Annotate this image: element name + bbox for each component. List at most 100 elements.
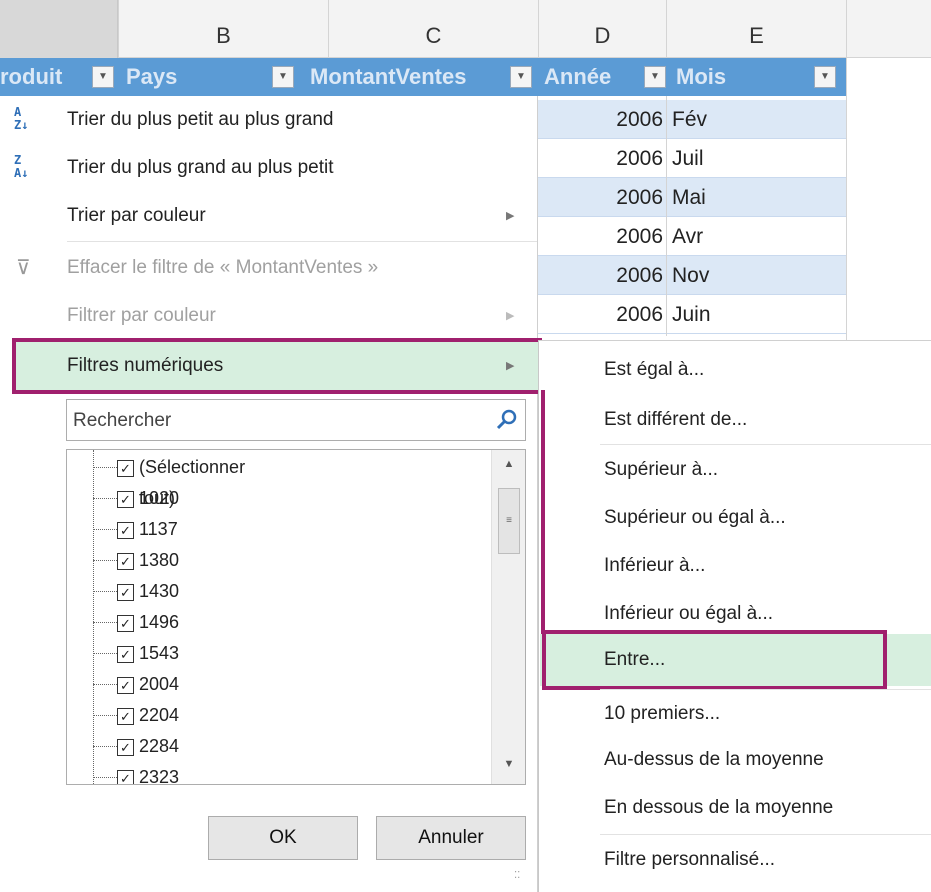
table-row[interactable]: 2006 Fév	[538, 100, 846, 139]
submenu-arrow-icon: ▶	[506, 210, 515, 222]
entre-highlight-border	[542, 630, 887, 690]
column-b-header[interactable]: B	[118, 0, 328, 58]
list-item-label: 1020	[139, 488, 180, 508]
cell-annee: 2006	[616, 225, 663, 248]
column-c-header[interactable]: C	[328, 0, 538, 58]
clear-filter-item[interactable]: ⊽ Effacer le filtre de « MontantVentes »	[0, 244, 538, 292]
submenu-above-average[interactable]: Au-dessus de la moyenne	[538, 736, 931, 784]
list-item-label: 2204	[139, 705, 180, 725]
search-input[interactable]: Rechercher	[66, 399, 526, 441]
menu-separator	[67, 241, 537, 242]
search-icon[interactable]	[495, 408, 519, 432]
list-item-label: 1430	[139, 581, 180, 601]
cancel-button[interactable]: Annuler	[376, 816, 526, 860]
checkbox[interactable]: ✓	[117, 491, 134, 508]
checkbox[interactable]: ✓	[117, 584, 134, 601]
cell-annee: 2006	[616, 303, 663, 326]
submenu-label: Filtre personnalisé...	[604, 849, 776, 870]
checkbox[interactable]: ✓	[117, 646, 134, 663]
column-a-header[interactable]	[0, 0, 118, 58]
submenu-label: 10 premiers...	[604, 703, 721, 724]
submenu-equals[interactable]: Est égal à...	[538, 346, 931, 394]
cell-annee: 2006	[616, 147, 663, 170]
header-produit: roduit	[0, 64, 63, 89]
menu-item-label: Filtrer par couleur	[67, 305, 216, 326]
header-montantventes: MontantVentes	[310, 64, 467, 89]
checkbox[interactable]: ✓	[117, 739, 134, 756]
checkbox[interactable]: ✓	[117, 460, 134, 477]
resize-grip-icon[interactable]: ⁚⁚	[514, 870, 520, 881]
scroll-up-icon[interactable]: ▲	[492, 458, 525, 470]
table-row[interactable]: 2006 Juin	[538, 295, 846, 334]
gridline	[666, 96, 667, 336]
header-mois: Mois	[676, 64, 727, 89]
column-f-header[interactable]	[846, 0, 931, 58]
cell-annee: 2006	[616, 186, 663, 209]
cell-mois: Avr	[672, 225, 704, 248]
menu-item-label: Trier par couleur	[67, 205, 206, 226]
filter-by-color-item[interactable]: Filtrer par couleur ▶	[0, 292, 538, 340]
ok-button[interactable]: OK	[208, 816, 358, 860]
checkbox[interactable]: ✓	[117, 770, 134, 784]
list-item-label: 2284	[139, 736, 180, 756]
tree-line	[93, 450, 94, 784]
list-item-label: 1496	[139, 612, 180, 632]
filter-dropdown-annee[interactable]: ▼	[644, 66, 666, 88]
menu-item-label: Filtres numériques	[67, 355, 224, 376]
menu-item-label: Effacer le filtre de « MontantVentes »	[67, 257, 379, 278]
menu-item-label: Trier du plus petit au plus grand	[67, 109, 334, 130]
submenu-greater-than[interactable]: Supérieur à...	[538, 446, 931, 494]
submenu-label: Inférieur à...	[604, 555, 706, 576]
submenu-less-than[interactable]: Inférieur à...	[538, 542, 931, 590]
filter-dropdown-montantventes[interactable]: ▼	[510, 66, 532, 88]
number-filters-item[interactable]: Filtres numériques ▶	[0, 342, 538, 390]
cell-mois: Fév	[672, 108, 708, 131]
list-item-label: 1137	[139, 519, 178, 539]
submenu-below-average[interactable]: En dessous de la moyenne	[538, 784, 931, 832]
submenu-not-equals[interactable]: Est différent de...	[538, 396, 931, 444]
submenu-label: Au-dessus de la moyenne	[604, 749, 824, 770]
submenu-label: En dessous de la moyenne	[604, 797, 834, 818]
column-e-header[interactable]: E	[666, 0, 846, 58]
gridline	[846, 58, 847, 340]
cell-mois: Mai	[672, 186, 706, 209]
submenu-top-10[interactable]: 10 premiers...	[538, 690, 931, 738]
submenu-label: Supérieur ou égal à...	[604, 507, 786, 528]
checkbox[interactable]: ✓	[117, 708, 134, 725]
table-row[interactable]: 2006 Avr	[538, 217, 846, 256]
submenu-arrow-icon: ▶	[506, 360, 515, 372]
sort-by-color-item[interactable]: Trier par couleur ▶	[0, 192, 538, 240]
clear-filter-icon: ⊽	[16, 257, 31, 279]
search-placeholder: Rechercher	[73, 410, 172, 431]
checkbox[interactable]: ✓	[117, 553, 134, 570]
menu-separator	[600, 834, 931, 835]
column-d-header[interactable]: D	[538, 0, 666, 58]
table-row[interactable]: 2006 Nov	[538, 256, 846, 295]
checkbox[interactable]: ✓	[117, 677, 134, 694]
submenu-custom-filter[interactable]: Filtre personnalisé...	[538, 836, 931, 884]
checkbox[interactable]: ✓	[117, 615, 134, 632]
list-item-label: 2004	[139, 674, 180, 694]
submenu-label: Est égal à...	[604, 359, 705, 380]
table-row[interactable]: 2006 Juil	[538, 139, 846, 178]
checkbox[interactable]: ✓	[117, 522, 134, 539]
submenu-arrow-icon: ▶	[506, 310, 515, 322]
filter-dropdown-pays[interactable]: ▼	[272, 66, 294, 88]
sort-ascending-item[interactable]: A Z↓ Trier du plus petit au plus grand	[0, 96, 538, 144]
menu-separator	[600, 444, 931, 445]
filter-dropdown-mois[interactable]: ▼	[814, 66, 836, 88]
submenu-greater-or-equal[interactable]: Supérieur ou égal à...	[538, 494, 931, 542]
table-row[interactable]: 2006 Mai	[538, 178, 846, 217]
scroll-thumb[interactable]: ≡	[498, 488, 520, 554]
list-item-label: 1543	[139, 643, 180, 663]
header-pays: Pays	[126, 64, 178, 89]
scroll-down-icon[interactable]: ▼	[492, 758, 525, 770]
list-scrollbar[interactable]: ▲ ≡ ▼	[491, 450, 525, 784]
cell-annee: 2006	[616, 264, 663, 287]
cell-mois: Nov	[672, 264, 710, 287]
cell-annee: 2006	[616, 108, 663, 131]
sort-descending-item[interactable]: Z A↓ Trier du plus grand au plus petit	[0, 144, 538, 192]
value-checkbox-list[interactable]: ✓ (Sélectionner tout) ✓ 1020 ✓ 1137 ✓ 1380 ✓…	[66, 449, 526, 785]
cell-mois: Juin	[672, 303, 711, 326]
filter-dropdown-produit[interactable]: ▼	[92, 66, 114, 88]
